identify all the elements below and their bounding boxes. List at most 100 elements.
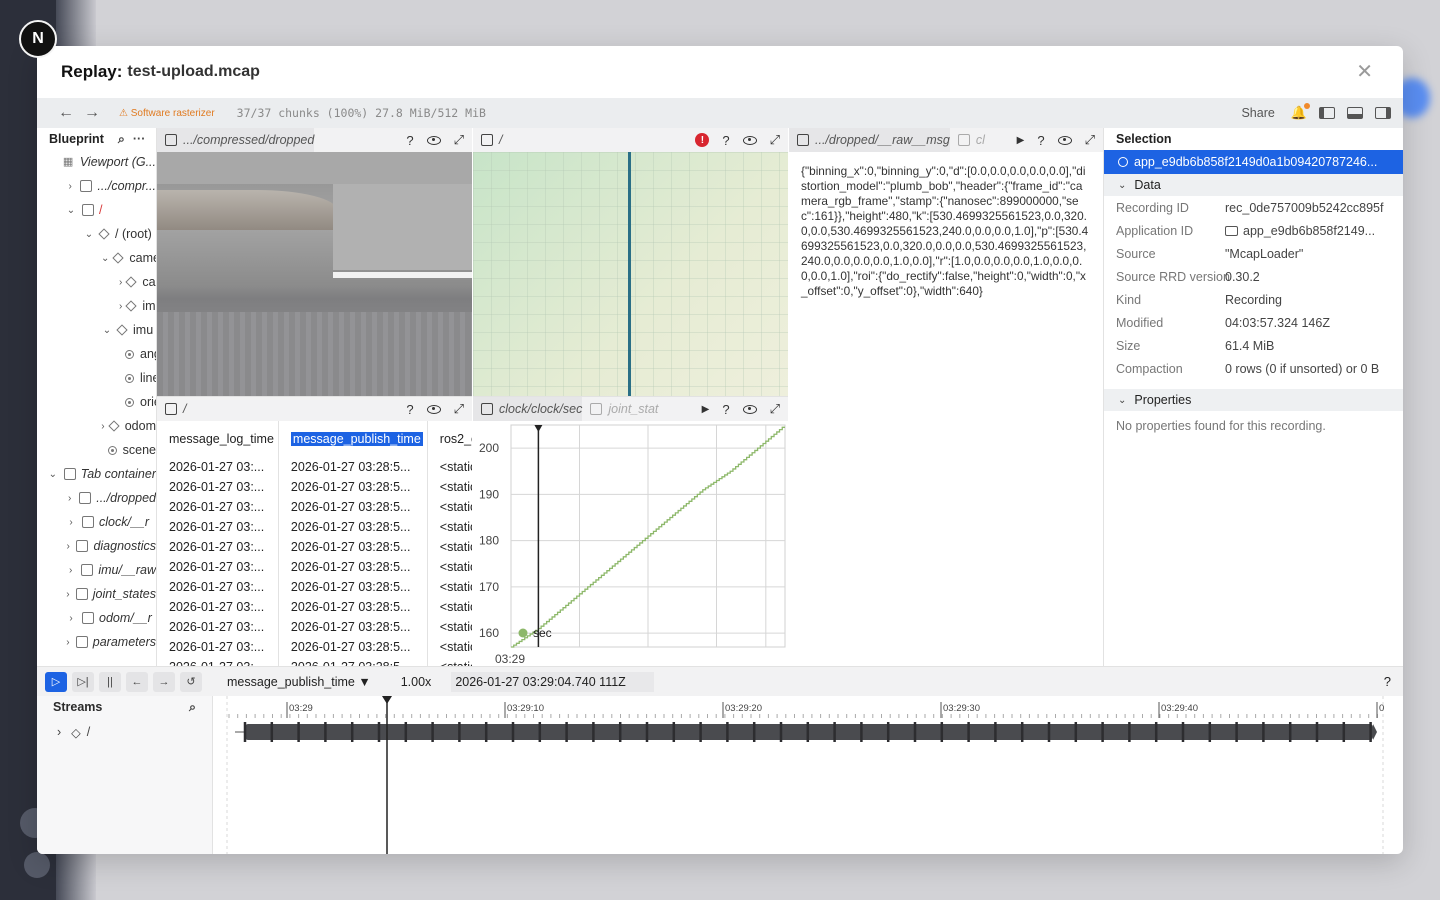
camera-view[interactable]: .../compressed/dropped ? ⤢ <box>157 128 472 396</box>
spatial-view[interactable]: / !? ⤢ <box>473 128 788 396</box>
forward-arrow-icon[interactable]: → <box>79 104 105 122</box>
timeseries-plot[interactable]: 160 170 180 190 200 sec 03:29 <box>473 421 788 666</box>
blueprint-tree-item[interactable]: ⌄ imu <box>37 318 156 342</box>
table-row[interactable]: 2026-01-27 03:...2026-01-27 03:28:5...<s… <box>157 617 472 637</box>
blueprint-tree-item[interactable]: › .../dropped <box>37 486 156 510</box>
chevron-icon[interactable]: › <box>119 301 122 312</box>
blueprint-tree-item[interactable]: › odom <box>37 414 156 438</box>
search-icon[interactable]: ⌕ <box>118 132 125 147</box>
blueprint-tree-item[interactable]: › odom/__r <box>37 606 156 630</box>
blueprint-tree-item[interactable]: ⌄ / <box>37 198 156 222</box>
time-cursor-handle[interactable] <box>382 696 392 704</box>
spatial-3d-canvas[interactable] <box>473 152 788 396</box>
blueprint-tree-item[interactable]: orientation <box>37 390 156 414</box>
blueprint-tree-item[interactable]: angular <box>37 342 156 366</box>
timeseries-view[interactable]: clock/clock/sec joint_stat ▶? ⤢ 160 170 180… <box>473 396 788 666</box>
timeline-selector[interactable]: message_publish_time ▼ <box>227 675 371 689</box>
spatial-view-tab[interactable]: / <box>473 128 502 152</box>
blueprint-tree-item[interactable]: ▦ Viewport (G... <box>37 150 156 174</box>
blueprint-tree-item[interactable]: linear <box>37 366 156 390</box>
help-icon[interactable]: ? <box>1037 133 1044 148</box>
table-row[interactable]: 2026-01-27 03:...2026-01-27 03:28:5...<s… <box>157 557 472 577</box>
chevron-icon[interactable]: ⌄ <box>101 325 113 336</box>
back-arrow-icon[interactable]: ← <box>53 104 79 122</box>
step-next-button[interactable]: → <box>153 671 175 692</box>
expand-icon[interactable]: ⤢ <box>454 132 464 148</box>
chevron-icon[interactable]: › <box>65 589 71 600</box>
blueprint-tree-item[interactable]: › clock/__r <box>37 510 156 534</box>
table-row[interactable]: 2026-01-27 03:...2026-01-27 03:28:5...<s… <box>157 537 472 557</box>
blueprint-tree-item[interactable]: ⌄ / (root) <box>37 222 156 246</box>
chevron-icon[interactable]: ⌄ <box>101 253 109 264</box>
chevron-icon[interactable]: › <box>65 517 77 528</box>
blueprint-tree-item[interactable]: › parameters <box>37 630 156 654</box>
blueprint-tree-item[interactable]: scene <box>37 438 156 462</box>
chevron-icon[interactable]: ⌄ <box>83 229 95 240</box>
data-section-header[interactable]: ⌄ Data <box>1104 174 1403 196</box>
share-button[interactable]: Share <box>1241 106 1274 120</box>
toggle-bottom-panel-icon[interactable] <box>1347 107 1363 119</box>
properties-section-header[interactable]: ⌄ Properties <box>1104 389 1403 411</box>
help-icon[interactable]: ? <box>722 402 729 417</box>
table-row[interactable]: 2026-01-27 03:...2026-01-27 03:28:5...<s… <box>157 577 472 597</box>
text-view[interactable]: .../dropped/__raw__msg cl ▶? ⤢ {"binning_… <box>789 128 1103 666</box>
dataframe-view[interactable]: / ? ⤢ message_log_time message_publish_tim… <box>157 396 472 666</box>
blueprint-tree-item[interactable]: ⌄ Tab container <box>37 462 156 486</box>
step-back-button[interactable]: ← <box>126 671 148 692</box>
more-tabs-icon[interactable]: ▶ <box>702 404 710 415</box>
chevron-icon[interactable]: › <box>65 181 75 192</box>
more-tabs-icon[interactable]: ▶ <box>1017 135 1025 146</box>
expand-icon[interactable]: ⤢ <box>1085 132 1095 148</box>
loop-button[interactable]: ↺ <box>180 671 202 692</box>
table-row[interactable]: 2026-01-27 03:...2026-01-27 03:28:5...<s… <box>157 637 472 657</box>
software-rasterizer-warning[interactable]: ⚠ Software rasterizer <box>119 108 215 119</box>
table-column-header[interactable]: message_log_time <box>157 421 279 457</box>
expand-icon[interactable]: ⤢ <box>770 401 780 417</box>
timeline-track[interactable]: 03:29 03:29:10 03:29:20 03:29:30 03:29:40 0 <box>225 696 1387 854</box>
blueprint-tree-item[interactable]: › image <box>37 294 156 318</box>
table-column-header[interactable]: message_publish_time <box>278 421 428 457</box>
blueprint-tree-item[interactable]: › imu/__raw <box>37 558 156 582</box>
table-column-header[interactable]: ros2_c <box>427 421 472 457</box>
selected-application-item[interactable]: app_e9db6b858f2149d0a1b09420787246... <box>1104 150 1403 174</box>
chevron-icon[interactable]: › <box>65 613 77 624</box>
chevron-icon[interactable]: › <box>119 277 122 288</box>
toggle-left-panel-icon[interactable] <box>1319 107 1335 119</box>
chevron-icon[interactable]: › <box>65 565 76 576</box>
chevron-icon[interactable]: › <box>101 421 105 432</box>
eye-icon[interactable] <box>742 404 757 414</box>
help-icon[interactable]: ? <box>406 133 413 148</box>
chevron-icon[interactable]: › <box>65 637 71 648</box>
pause-button[interactable]: || <box>99 671 121 692</box>
help-icon[interactable]: ? <box>722 133 729 148</box>
blueprint-tree-item[interactable]: › .../compr... <box>37 174 156 198</box>
table-row[interactable]: 2026-01-27 03:...2026-01-27 03:28:5...<s… <box>157 497 472 517</box>
help-icon[interactable]: ? <box>406 402 413 417</box>
chevron-icon[interactable]: › <box>65 541 71 552</box>
stream-root-row[interactable]: › ◇ / <box>37 718 212 746</box>
text-view-tab-2[interactable]: cl <box>950 128 985 152</box>
table-row[interactable]: 2026-01-27 03:...2026-01-27 03:28:5...<s… <box>157 457 472 477</box>
close-icon[interactable]: ✕ <box>1356 62 1373 82</box>
current-time-field[interactable]: 2026-01-27 03:29:04.740 111Z <box>451 671 654 692</box>
toggle-right-panel-icon[interactable] <box>1375 107 1391 119</box>
playback-speed[interactable]: 1.00x <box>401 675 432 689</box>
eye-icon[interactable] <box>1057 135 1072 145</box>
table-row[interactable]: 2026-01-27 03:...2026-01-27 03:28:5...<s… <box>157 597 472 617</box>
text-view-tab[interactable]: .../dropped/__raw__msg <box>789 128 950 152</box>
expand-icon[interactable]: ⤢ <box>770 132 780 148</box>
chevron-icon[interactable]: › <box>65 493 74 504</box>
timeseries-view-tab[interactable]: clock/clock/sec <box>473 397 583 421</box>
eye-icon[interactable] <box>426 404 441 414</box>
blueprint-tree-item[interactable]: › joint_states <box>37 582 156 606</box>
chevron-icon[interactable]: ⌄ <box>65 205 77 216</box>
help-icon[interactable]: ? <box>1384 674 1391 689</box>
more-icon[interactable]: ··· <box>133 132 146 146</box>
table-row[interactable]: 2026-01-27 03:...2026-01-27 03:28:5...<s… <box>157 477 472 497</box>
table-row[interactable]: 2026-01-27 03:...2026-01-27 03:28:5...<s… <box>157 657 472 666</box>
search-icon[interactable]: ⌕ <box>189 700 196 715</box>
dataframe-view-tab[interactable]: / <box>157 397 186 421</box>
camera-view-tab[interactable]: .../compressed/dropped <box>157 128 315 152</box>
blueprint-tree-item[interactable]: › camera_info <box>37 270 156 294</box>
error-icon[interactable]: ! <box>695 133 710 147</box>
